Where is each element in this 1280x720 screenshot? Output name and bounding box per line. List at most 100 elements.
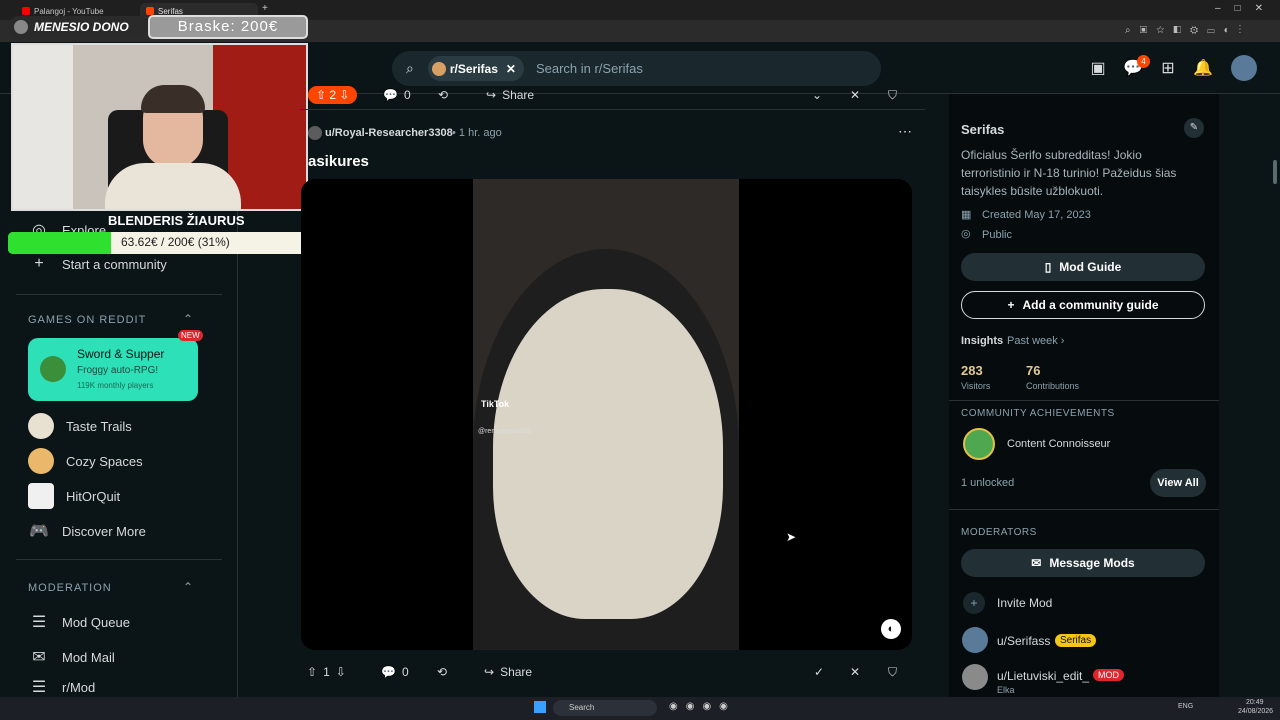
- divider: [300, 109, 925, 110]
- language-indicator[interactable]: ENG: [1178, 703, 1193, 710]
- search-input[interactable]: Search in r/Serifas: [536, 61, 643, 76]
- notification-count-badge: 4: [1137, 55, 1150, 68]
- divider: [949, 400, 1219, 401]
- post-author[interactable]: u/Royal-Researcher3308: [325, 127, 453, 139]
- shield-icon: ⛉: [888, 664, 898, 679]
- windows-start-icon[interactable]: [534, 701, 546, 713]
- subreddit-search-chip[interactable]: r/Serifas ✕: [427, 56, 524, 81]
- clock-time[interactable]: 20:49: [1246, 699, 1264, 706]
- community-description: Oficialus Šerifo subredditas! Jokio terr…: [961, 148, 1177, 198]
- tab-label: Palangoj - YouTube: [34, 6, 104, 16]
- create-post-icon[interactable]: ⊞: [1157, 58, 1179, 80]
- add-community-guide-button[interactable]: + Add a community guide: [961, 291, 1205, 319]
- insights-period-link[interactable]: Past week ›: [1007, 335, 1064, 347]
- mod-guide-button[interactable]: ▯ Mod Guide: [961, 253, 1205, 281]
- upvoted-score: ⇧ 2 ⇩: [308, 86, 358, 104]
- invite-mod-link[interactable]: Invite Mod: [997, 596, 1052, 610]
- contributions-value: 76: [1026, 363, 1041, 378]
- mod-avatar[interactable]: [962, 664, 988, 690]
- visitors-value: 283: [961, 363, 983, 378]
- chevron-up-icon[interactable]: ⌃: [183, 580, 193, 594]
- mod-shield-button[interactable]: ⛉: [888, 658, 897, 686]
- view-all-button[interactable]: View All: [1150, 469, 1206, 497]
- prev-post-remove[interactable]: ✕: [850, 81, 860, 109]
- achievements-heading: COMMUNITY ACHIEVEMENTS: [961, 408, 1115, 419]
- sidebar-item-hitorquit[interactable]: HitOrQuit: [28, 481, 120, 511]
- sidebar-item-label: Cozy Spaces: [66, 453, 143, 469]
- sidebar-item-label: Taste Trails: [66, 418, 132, 434]
- mod-username[interactable]: u/Lietuviski_edit_: [997, 669, 1089, 683]
- sidebar-item-mod-mail[interactable]: ✉ Mod Mail: [28, 642, 114, 672]
- taskbar-app-icons[interactable]: ◉◉◉◉: [669, 701, 736, 712]
- plus-icon: +: [1007, 298, 1015, 312]
- approve-button[interactable]: ✓: [814, 658, 824, 686]
- game-players: 119K monthly players: [77, 381, 154, 390]
- avatar[interactable]: [1231, 55, 1257, 81]
- downvote-icon[interactable]: ⇩: [336, 665, 346, 679]
- vote-count: 1: [323, 665, 330, 679]
- insights-label: Insights: [961, 335, 1004, 347]
- mod-flair: Serifas: [1055, 634, 1097, 647]
- prev-post-share[interactable]: ↪ Share: [486, 81, 534, 109]
- goal-badge: Braske: 200€: [148, 15, 308, 39]
- community-sidebar: Serifas ✎ Oficialus Šerifo subredditas! …: [949, 94, 1219, 700]
- volume-icon[interactable]: ◐: [881, 619, 901, 639]
- crosspost-icon: ⟲: [438, 88, 449, 102]
- advertise-icon[interactable]: ▣: [1087, 58, 1109, 80]
- button-label: Message Mods: [1049, 556, 1135, 570]
- more-options-icon[interactable]: ⋯: [898, 123, 912, 140]
- sidebar-item-taste-trails[interactable]: Taste Trails: [28, 411, 132, 441]
- new-badge: NEW: [178, 330, 203, 341]
- os-taskbar: Search ◉◉◉◉ ENG 20:49 24/08/2026: [0, 697, 1280, 720]
- contributions-label: Contributions: [1026, 381, 1080, 391]
- post-time: • 1 hr. ago: [452, 127, 502, 139]
- crosspost-button[interactable]: ⟲: [437, 658, 447, 686]
- browser-toolbar-icons[interactable]: ⌕▣☆◧⚙▭◐⋮: [1125, 25, 1250, 36]
- edit-icon[interactable]: ✎: [1184, 118, 1204, 138]
- prev-post-crosspost[interactable]: ⟲: [438, 81, 448, 109]
- remove-button[interactable]: ✕: [850, 658, 860, 686]
- list-icon: ☰: [31, 679, 47, 696]
- prev-post-vote[interactable]: ⇧ 2 ⇩: [308, 81, 358, 109]
- cozy-spaces-icon: [28, 448, 54, 474]
- bell-icon[interactable]: 🔔: [1192, 58, 1214, 80]
- upvote-icon[interactable]: ⇧: [307, 665, 317, 679]
- page-scrollbar[interactable]: [1273, 160, 1277, 184]
- prev-post-shield[interactable]: ⛉: [888, 81, 897, 109]
- chevron-up-icon[interactable]: ⌃: [183, 312, 193, 326]
- close-icon[interactable]: ✕: [506, 62, 516, 76]
- moderators-heading: MODERATORS: [961, 527, 1037, 538]
- created-date: Created May 17, 2023: [982, 209, 1091, 221]
- mod-username[interactable]: u/Serifass: [997, 634, 1050, 648]
- message-mods-button[interactable]: ✉ Message Mods: [961, 549, 1205, 577]
- mod-avatar[interactable]: [962, 627, 988, 653]
- divider: [16, 294, 222, 295]
- sidebar-item-discover-more[interactable]: 🎮 Discover More: [28, 516, 146, 546]
- post-video[interactable]: TikTok @remigijusvirsila ◐: [301, 179, 912, 650]
- prev-post-chevron[interactable]: ⌄: [812, 81, 822, 109]
- sidebar-item-label: Mod Queue: [62, 614, 130, 630]
- new-tab-button[interactable]: +: [262, 3, 268, 14]
- comments-button[interactable]: 💬 0: [381, 658, 409, 686]
- vote-control[interactable]: ⇧ 1 ⇩: [307, 658, 346, 686]
- streamer-label: BLENDERIS ŽIAURUS: [108, 213, 245, 228]
- share-button[interactable]: ↪ Share: [484, 658, 532, 686]
- sidebar-item-r-mod[interactable]: ☰ r/Mod: [28, 677, 95, 697]
- post-title[interactable]: asikures: [308, 153, 369, 170]
- prev-post-comments[interactable]: 💬 0: [383, 81, 411, 109]
- donation-title: MENESIO DONO: [34, 20, 129, 34]
- sidebar-item-label: HitOrQuit: [66, 488, 121, 504]
- sidebar-item-mod-queue[interactable]: ☰ Mod Queue: [28, 607, 130, 637]
- checkmark-icon: ✓: [814, 665, 825, 679]
- featured-game-card[interactable]: Sword & Supper Froggy auto-RPG! 119K mon…: [28, 330, 203, 401]
- dono-icon: [14, 20, 28, 34]
- visibility: Public: [982, 229, 1012, 241]
- prev-vote-count: 2: [329, 88, 337, 102]
- progress-text: 63.62€ / 200€ (31%): [121, 235, 230, 249]
- search-bar[interactable]: ⌕ r/Serifas ✕ Search in r/Serifas: [392, 51, 881, 86]
- clock-date[interactable]: 24/08/2026: [1238, 708, 1273, 715]
- author-avatar[interactable]: [308, 126, 322, 140]
- sidebar-item-cozy-spaces[interactable]: Cozy Spaces: [28, 446, 143, 476]
- window-controls[interactable]: –□✕: [1215, 3, 1277, 14]
- taskbar-search[interactable]: Search: [553, 700, 657, 716]
